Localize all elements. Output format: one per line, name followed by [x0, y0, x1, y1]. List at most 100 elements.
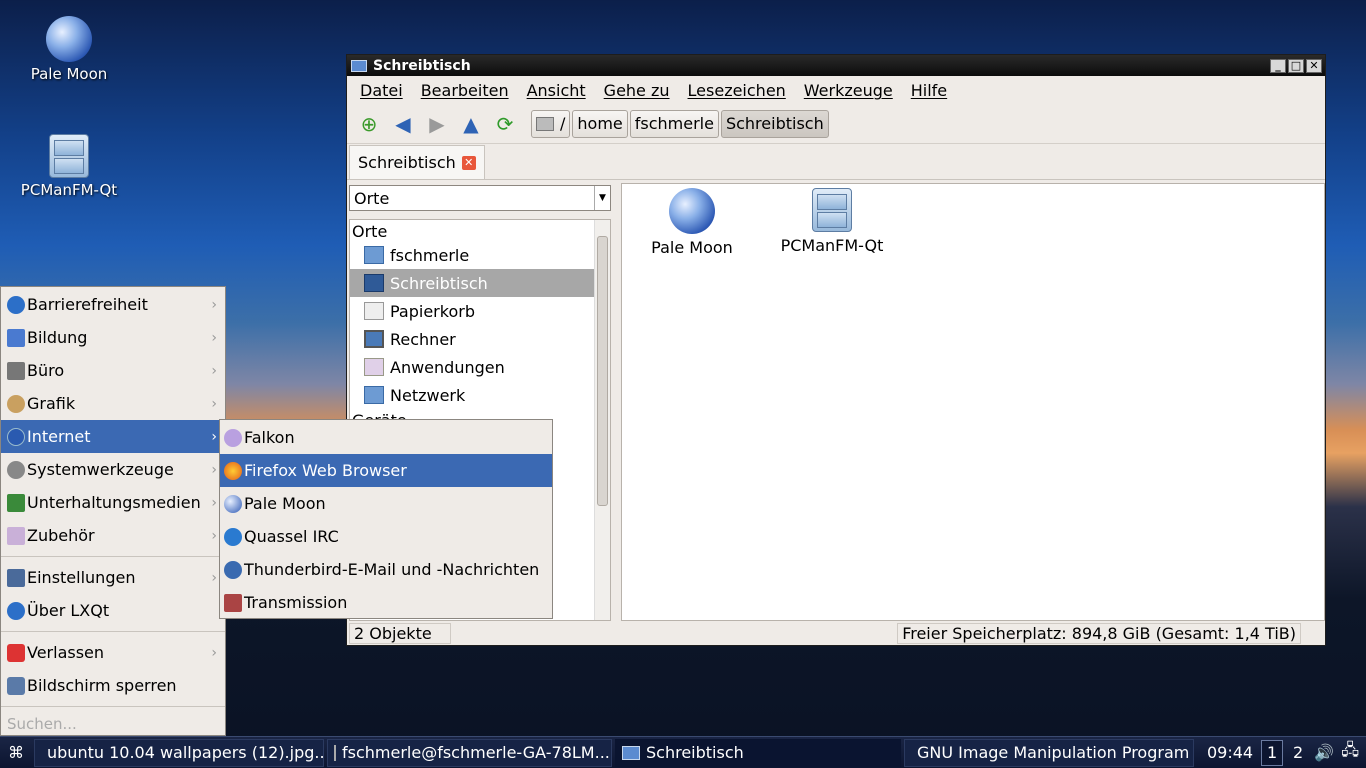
- path-root[interactable]: /: [531, 109, 571, 138]
- side-pane-mode-value: Orte: [354, 188, 390, 208]
- up-arrow-icon: ▲: [463, 111, 479, 136]
- pale-moon-icon: [224, 494, 242, 513]
- desktop-icon-pcmanfm[interactable]: PCManFM-Qt: [14, 134, 124, 199]
- chevron-right-icon: ›: [211, 296, 217, 313]
- menu-hilfe[interactable]: Hilfe: [902, 81, 956, 100]
- task-terminal[interactable]: fschmerle@fschmerle-GA-78LM...: [327, 738, 612, 767]
- reload-button[interactable]: ⟳: [491, 110, 519, 138]
- path-schreibtisch[interactable]: Schreibtisch: [720, 109, 829, 138]
- place-label: Netzwerk: [390, 385, 466, 405]
- close-button[interactable]: ✕: [1306, 58, 1322, 73]
- app-pale-moon[interactable]: Pale Moon: [220, 487, 552, 520]
- places-header: Orte: [352, 222, 388, 241]
- task-label: fschmerle@fschmerle-GA-78LM...: [342, 743, 610, 762]
- menu-bearbeiten[interactable]: Bearbeiten: [412, 81, 518, 100]
- task-schreibtisch[interactable]: Schreibtisch: [615, 738, 901, 767]
- app-quassel[interactable]: Quassel IRC: [220, 520, 552, 553]
- network-icon[interactable]: 🖧: [1339, 740, 1361, 764]
- menu-item-label: Barrierefreiheit: [27, 295, 148, 314]
- path-fschmerle[interactable]: fschmerle: [629, 109, 719, 138]
- place-schreibtisch[interactable]: Schreibtisch: [350, 269, 610, 297]
- menu-item-bildung[interactable]: Bildung ›: [1, 321, 225, 354]
- menu-datei[interactable]: Datei: [351, 81, 412, 100]
- file-view[interactable]: Pale Moon PCManFM-Qt: [621, 183, 1325, 621]
- minimize-button[interactable]: _: [1270, 58, 1286, 73]
- graphics-icon: [7, 394, 25, 413]
- place-anwendungen[interactable]: Anwendungen: [350, 353, 610, 381]
- network-folder-icon: [364, 386, 384, 404]
- place-label: fschmerle: [390, 245, 470, 265]
- menu-item-label: Zubehör: [27, 526, 95, 545]
- app-transmission[interactable]: Transmission: [220, 586, 552, 619]
- menu-item-systemwerkzeuge[interactable]: Systemwerkzeuge ›: [1, 453, 225, 486]
- file-item-pcmanfm[interactable]: PCManFM-Qt: [762, 188, 902, 255]
- trash-icon: [364, 302, 384, 320]
- forward-button[interactable]: ▶: [423, 110, 451, 138]
- workspace-1[interactable]: 1: [1261, 739, 1284, 766]
- menu-search-input[interactable]: Suchen...: [1, 706, 225, 740]
- path-home[interactable]: home: [572, 109, 628, 138]
- menu-gehe-zu[interactable]: Gehe zu: [595, 81, 679, 100]
- menu-item-verlassen[interactable]: Verlassen ›: [1, 636, 225, 669]
- reload-icon: ⟳: [496, 111, 514, 136]
- menu-item-zubehoer[interactable]: Zubehör ›: [1, 519, 225, 552]
- volume-icon[interactable]: 🔊: [1313, 742, 1335, 764]
- clock[interactable]: 09:44: [1207, 743, 1253, 762]
- start-menu-button[interactable]: ⌘: [0, 742, 32, 764]
- app-firefox[interactable]: Firefox Web Browser: [220, 454, 552, 487]
- app-falkon[interactable]: Falkon: [220, 421, 552, 454]
- side-pane-mode-select[interactable]: Orte ▼: [349, 185, 611, 211]
- internet-submenu: Falkon Firefox Web Browser Pale Moon Qua…: [219, 419, 553, 619]
- folder-icon: [351, 59, 367, 72]
- menu-lesezeichen[interactable]: Lesezeichen: [679, 81, 795, 100]
- place-rechner[interactable]: Rechner: [350, 325, 610, 353]
- task-gimp-image[interactable]: ubuntu 10.04 wallpapers (12).jpg...: [34, 738, 324, 767]
- menu-item-label: Bildschirm sperren: [27, 676, 177, 695]
- firefox-icon: [224, 461, 242, 480]
- accessories-icon: [7, 526, 25, 545]
- file-cabinet-icon: [49, 134, 89, 178]
- app-label: Thunderbird-E-Mail und -Nachrichten: [244, 560, 540, 579]
- title-bar[interactable]: Schreibtisch _ □ ✕: [347, 55, 1325, 76]
- tree-scrollbar[interactable]: [594, 220, 610, 620]
- place-papierkorb[interactable]: Papierkorb: [350, 297, 610, 325]
- menu-item-grafik[interactable]: Grafik ›: [1, 387, 225, 420]
- menu-item-internet[interactable]: Internet ›: [1, 420, 225, 453]
- lock-screen-icon: [7, 676, 25, 695]
- menu-item-label: Internet: [27, 427, 91, 446]
- tab-label: Schreibtisch: [358, 153, 456, 172]
- task-label: ubuntu 10.04 wallpapers (12).jpg...: [47, 743, 324, 762]
- tab-schreibtisch[interactable]: Schreibtisch ✕: [349, 145, 485, 179]
- task-label: GNU Image Manipulation Program: [917, 743, 1190, 762]
- back-button[interactable]: ◀: [389, 110, 417, 138]
- file-item-pale-moon[interactable]: Pale Moon: [622, 188, 762, 257]
- menu-item-unterhaltungsmedien[interactable]: Unterhaltungsmedien ›: [1, 486, 225, 519]
- menu-item-buero[interactable]: Büro ›: [1, 354, 225, 387]
- task-gimp[interactable]: GNU Image Manipulation Program: [904, 738, 1194, 767]
- maximize-button[interactable]: □: [1288, 58, 1304, 73]
- globe-icon: [7, 427, 25, 446]
- scrollbar-thumb[interactable]: [597, 236, 608, 506]
- applications-icon: [364, 358, 384, 376]
- pale-moon-icon: [46, 16, 92, 62]
- menu-ansicht[interactable]: Ansicht: [518, 81, 595, 100]
- menu-item-barrierefreiheit[interactable]: Barrierefreiheit ›: [1, 288, 225, 321]
- place-fschmerle[interactable]: fschmerle: [350, 241, 610, 269]
- menu-werkzeuge[interactable]: Werkzeuge: [795, 81, 902, 100]
- workspace-2[interactable]: 2: [1287, 740, 1309, 766]
- menu-item-ueber-lxqt[interactable]: Über LXQt: [1, 594, 225, 627]
- folder-icon: [622, 745, 640, 760]
- menu-item-bildschirm-sperren[interactable]: Bildschirm sperren: [1, 669, 225, 702]
- menu-item-label: Systemwerkzeuge: [27, 460, 174, 479]
- desktop-icon-pale-moon[interactable]: Pale Moon: [14, 16, 124, 83]
- app-label: Falkon: [244, 428, 295, 447]
- toolbar: ⊕ ◀ ▶ ▲ ⟳ / home fschmerle Schreibtisch: [347, 104, 1325, 144]
- window-title: Schreibtisch: [373, 57, 471, 74]
- new-tab-button[interactable]: ⊕: [355, 110, 383, 138]
- up-button[interactable]: ▲: [457, 110, 485, 138]
- app-thunderbird[interactable]: Thunderbird-E-Mail und -Nachrichten: [220, 553, 552, 586]
- tab-close-icon[interactable]: ✕: [461, 155, 476, 170]
- chevron-right-icon: ›: [211, 569, 217, 586]
- place-netzwerk[interactable]: Netzwerk: [350, 381, 610, 409]
- menu-item-einstellungen[interactable]: Einstellungen ›: [1, 561, 225, 594]
